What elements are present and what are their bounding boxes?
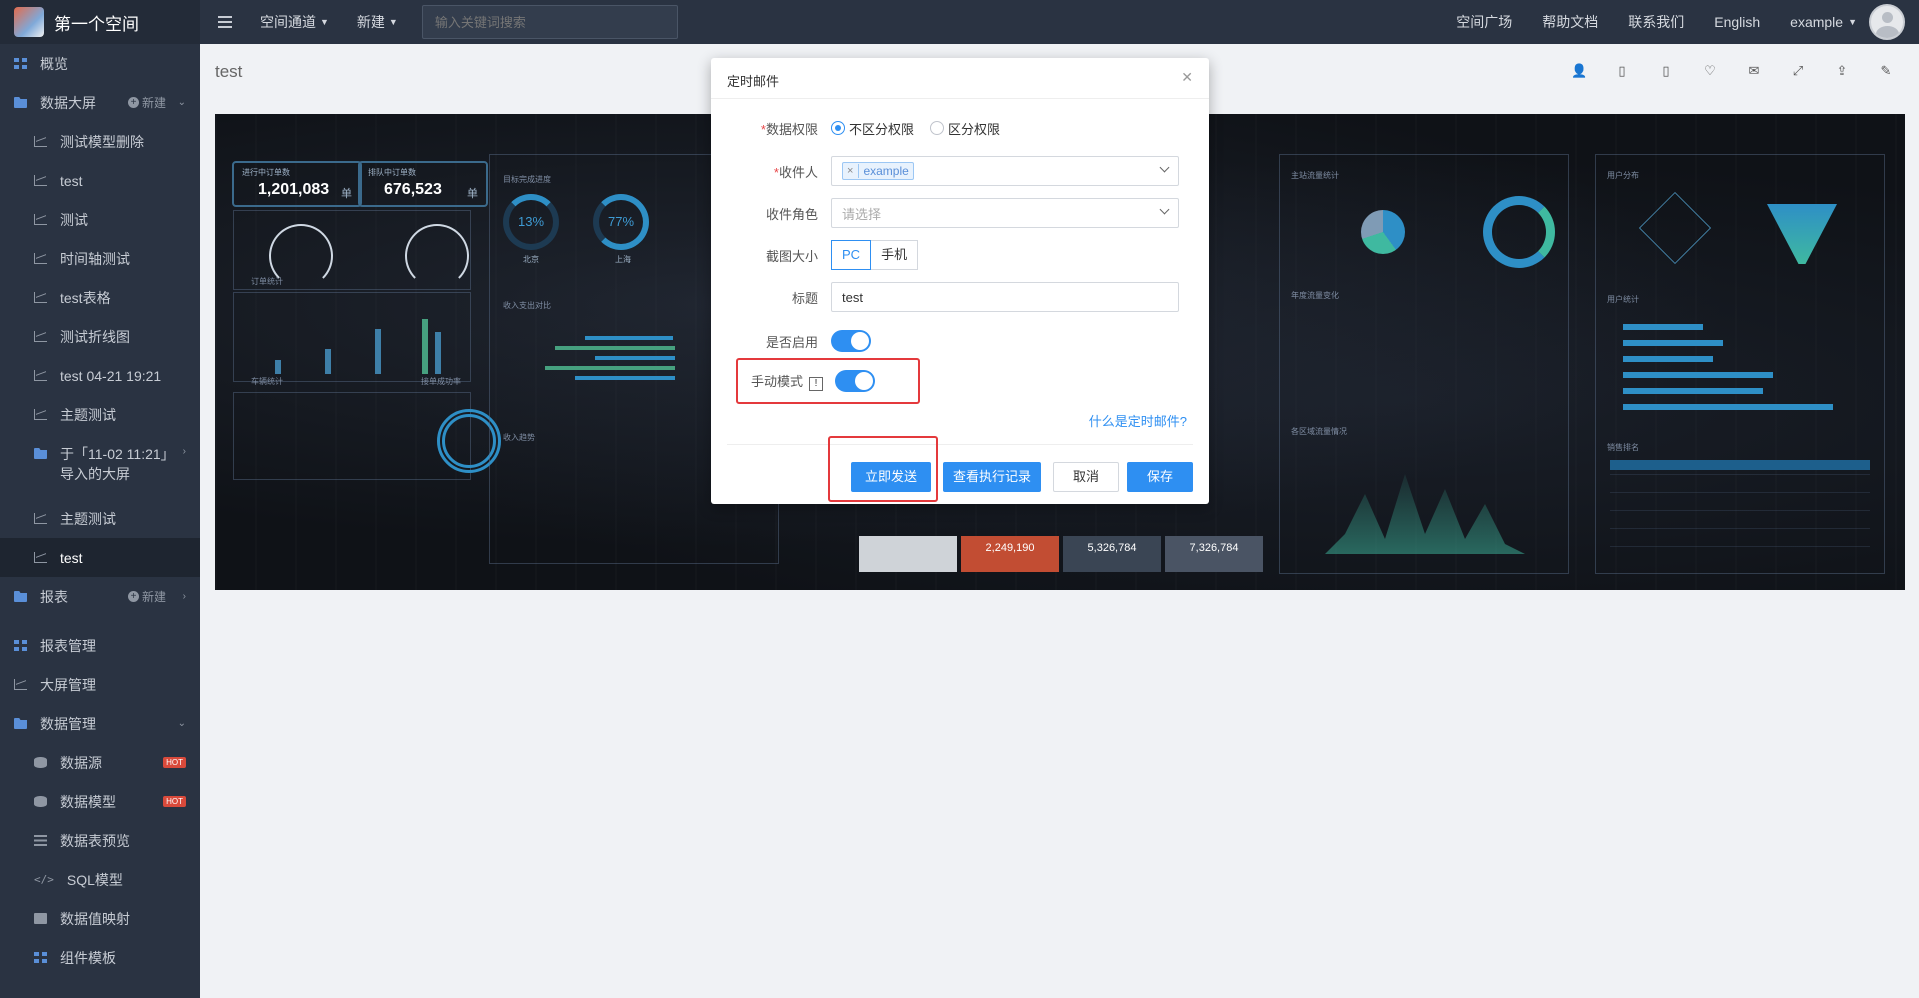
subject-input[interactable]: [831, 282, 1179, 312]
schedule-email-modal: 定时邮件 ✕ *数据权限 不区分权限 区分权限 *收件人 × example 收件…: [711, 58, 1209, 504]
modal-header: 定时邮件 ✕: [711, 58, 1209, 99]
recipient-label: *收件人: [773, 164, 818, 180]
tag-close-icon[interactable]: ×: [847, 165, 853, 177]
radio-label: 不区分权限: [849, 121, 915, 137]
permission-row: *数据权限 不区分权限 区分权限: [711, 113, 1209, 143]
radio-label: 区分权限: [948, 121, 1001, 137]
radio-checked-icon: [831, 121, 845, 135]
subject-row: 标题: [711, 282, 1209, 312]
size-label: 截图大小: [765, 248, 818, 264]
manual-mode-row: 手动模式!: [711, 366, 1209, 396]
role-select[interactable]: 请选择: [831, 198, 1179, 228]
recipient-label-text: 收件人: [778, 164, 818, 180]
size-pc-option[interactable]: PC: [831, 240, 872, 270]
send-now-button[interactable]: 立即发送: [851, 462, 931, 492]
role-placeholder: 请选择: [842, 206, 882, 222]
size-mobile-option[interactable]: 手机: [871, 240, 919, 270]
cancel-button[interactable]: 取消: [1053, 462, 1119, 492]
footer-divider: [727, 444, 1193, 445]
view-log-button[interactable]: 查看执行记录: [943, 462, 1041, 492]
subject-label: 标题: [791, 290, 818, 306]
help-link[interactable]: 什么是定时邮件?: [1089, 411, 1187, 430]
recipient-select[interactable]: × example: [831, 156, 1179, 186]
manual-label-text: 手动模式: [750, 374, 803, 389]
recipient-row: *收件人 × example: [711, 156, 1209, 186]
recipient-tag[interactable]: × example: [842, 162, 914, 180]
info-icon[interactable]: !: [809, 377, 823, 391]
permission-label: *数据权限: [760, 121, 818, 137]
size-segmented: PC 手机: [831, 240, 919, 270]
save-button[interactable]: 保存: [1127, 462, 1193, 492]
role-label: 收件角色: [765, 206, 818, 222]
enable-row: 是否启用: [711, 326, 1209, 356]
manual-mode-switch[interactable]: [835, 370, 875, 392]
permission-label-text: 数据权限: [765, 121, 818, 137]
tag-label: example: [858, 164, 909, 178]
enable-label: 是否启用: [765, 334, 818, 350]
close-icon[interactable]: ✕: [1181, 69, 1193, 86]
manual-label: 手动模式!: [711, 371, 835, 391]
radio-unchecked-icon: [930, 121, 945, 135]
modal-title: 定时邮件: [727, 74, 780, 89]
chevron-down-icon: [1159, 204, 1170, 215]
screenshot-size-row: 截图大小 PC 手机: [711, 240, 1209, 270]
enable-switch[interactable]: [831, 330, 871, 352]
chevron-down-icon: [1159, 162, 1170, 173]
role-row: 收件角色 请选择: [711, 198, 1209, 228]
radio-permission-split[interactable]: 区分权限: [930, 119, 1000, 138]
radio-no-permission-split[interactable]: 不区分权限: [831, 119, 914, 138]
